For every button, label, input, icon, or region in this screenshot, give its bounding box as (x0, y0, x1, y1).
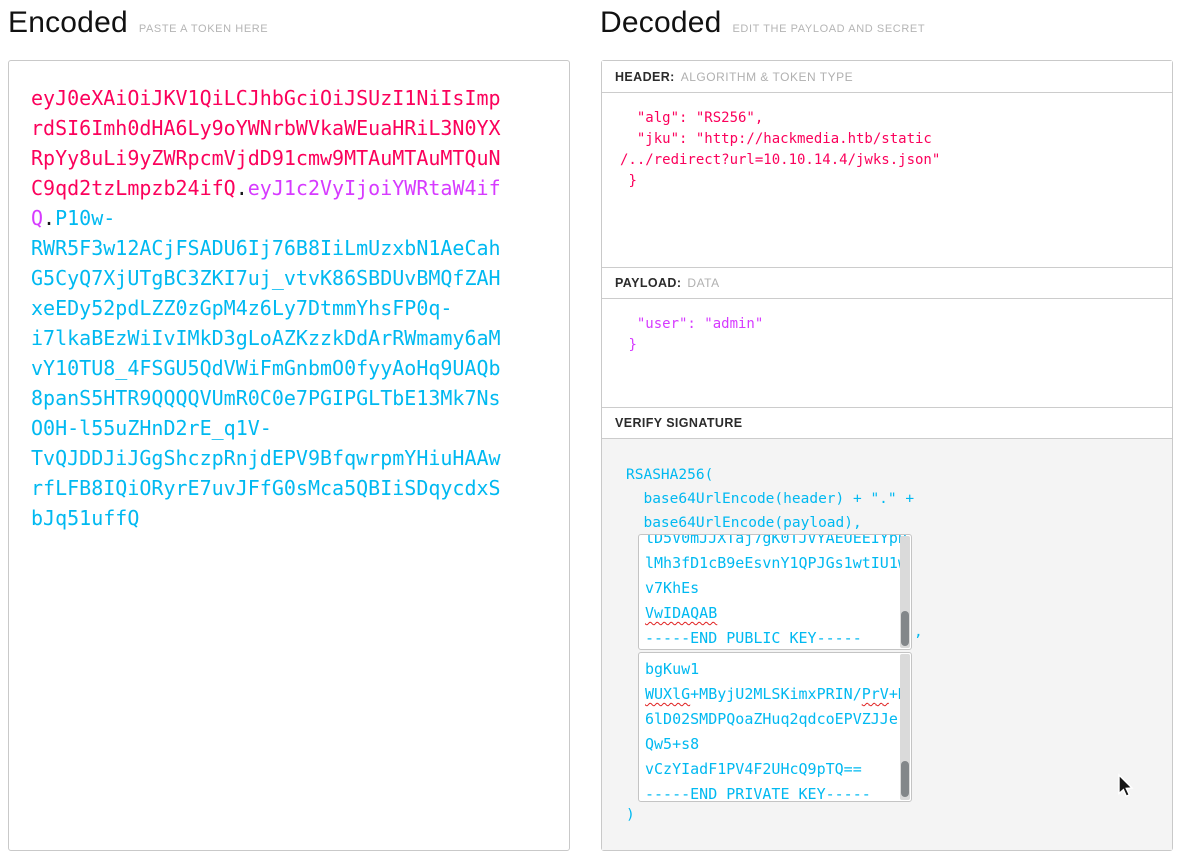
verify-code-comma: , (914, 624, 923, 640)
token-signature-segment: P10w-RWR5F3w12ACjFSADU6Ij76B8IiLmUzxbN1A… (31, 206, 501, 530)
private-key-textarea[interactable]: bgKuw1WUXlG+MByjU2MLSKimxPRIN/PrV+D6lD02… (638, 652, 912, 802)
payload-json-text[interactable]: "user": "admin" } (620, 314, 763, 356)
public-key-scrollbar[interactable] (900, 536, 910, 648)
header-section-sublabel: ALGORITHM & TOKEN TYPE (681, 70, 853, 84)
header-json-editor[interactable]: "alg": "RS256", "jku": "http://hackmedia… (602, 93, 1172, 267)
encoded-subtitle: PASTE A TOKEN HERE (139, 23, 268, 35)
payload-section-label: PAYLOAD: (615, 276, 681, 290)
header-section-label-row: HEADER: ALGORITHM & TOKEN TYPE (602, 61, 1172, 93)
decoded-title: Decoded (600, 6, 722, 40)
payload-section-label-row: PAYLOAD: DATA (602, 267, 1172, 299)
token-separator-dot: . (43, 206, 55, 230)
private-key-scrollbar-thumb[interactable] (901, 761, 909, 798)
decoded-subtitle: EDIT THE PAYLOAD AND SECRET (733, 23, 926, 35)
verify-section-label-row: VERIFY SIGNATURE (602, 407, 1172, 439)
verify-signature-area: RSASHA256( base64UrlEncode(header) + "."… (602, 439, 1172, 850)
public-key-textarea[interactable]: lD5V0mJJXTaj7gK0TJVYAEUEEIYpBlMh3fD1cB9e… (638, 534, 912, 650)
verify-code-closing-paren: ) (626, 807, 635, 823)
verify-algorithm-code: RSASHA256( base64UrlEncode(header) + "."… (626, 463, 914, 535)
jwt-token-text[interactable]: eyJ0eXAiOiJKV1QiLCJhbGciOiJSUzI1NiIsImpr… (31, 83, 505, 533)
header-section-label: HEADER: (615, 70, 675, 84)
token-separator-dot: . (236, 176, 248, 200)
private-key-text: bgKuw1WUXlG+MByjU2MLSKimxPRIN/PrV+D6lD02… (639, 653, 911, 802)
private-key-scrollbar[interactable] (900, 654, 910, 800)
header-json-text[interactable]: "alg": "RS256", "jku": "http://hackmedia… (620, 108, 940, 192)
decoded-box: HEADER: ALGORITHM & TOKEN TYPE "alg": "R… (601, 60, 1173, 851)
payload-section-sublabel: DATA (687, 276, 719, 290)
encoded-token-editor[interactable]: eyJ0eXAiOiJKV1QiLCJhbGciOiJSUzI1NiIsImpr… (8, 60, 570, 851)
public-key-text: lD5V0mJJXTaj7gK0TJVYAEUEEIYpBlMh3fD1cB9e… (639, 534, 911, 650)
payload-json-editor[interactable]: "user": "admin" } (602, 299, 1172, 407)
decoded-panel-header: Decoded EDIT THE PAYLOAD AND SECRET (600, 6, 925, 40)
encoded-title: Encoded (8, 6, 128, 40)
verify-signature-label: VERIFY SIGNATURE (615, 416, 742, 430)
public-key-scrollbar-thumb[interactable] (901, 611, 909, 646)
encoded-panel-header: Encoded PASTE A TOKEN HERE (8, 6, 268, 40)
